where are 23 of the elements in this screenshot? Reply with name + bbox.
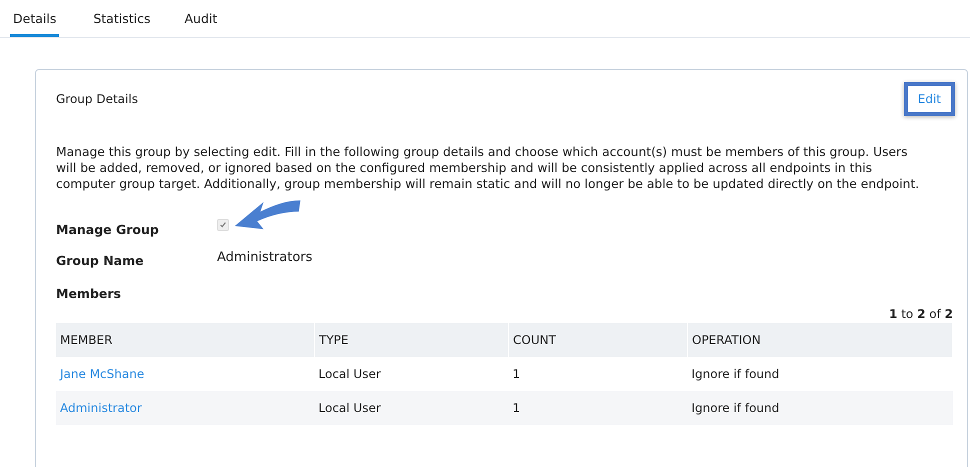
- group-name-value: Administrators: [217, 250, 312, 265]
- table-cell: Local User: [314, 391, 508, 425]
- field-label: Manage Group: [56, 222, 160, 237]
- table-cell: Local User: [314, 357, 508, 391]
- members-heading: Members: [56, 286, 122, 301]
- table-cell: 1: [508, 391, 688, 425]
- column-header: COUNT: [508, 323, 688, 357]
- tab[interactable]: Audit: [184, 11, 218, 37]
- table-cell: Ignore if found: [688, 357, 952, 391]
- edit-button[interactable]: Edit: [904, 82, 955, 116]
- column-header: TYPE: [314, 323, 508, 357]
- table-cell: 1: [508, 357, 688, 391]
- column-header: OPERATION: [688, 323, 952, 357]
- description-text: Manage this group by selecting edit. Fill in the following group details and choose which account(s) must be members of this group. Users will be added, removed, or ignored based on the configured membership and will be consistently applied across all endpoints in this computer group target. Additionally, group membership will remain static and will no longer be able to be updated directly on the endpoint.: [56, 144, 920, 192]
- check-icon: [219, 220, 227, 228]
- member-link[interactable]: Jane McShane: [60, 367, 144, 381]
- card-title: Group Details: [56, 92, 138, 106]
- field-label: Group Name: [56, 253, 145, 268]
- pagination-text: 1 to 2 of 2: [889, 307, 953, 321]
- column-header: MEMBER: [56, 323, 314, 357]
- tab[interactable]: Statistics: [93, 11, 150, 37]
- tab[interactable]: Details: [10, 11, 60, 37]
- table-cell: Ignore if found: [688, 391, 952, 425]
